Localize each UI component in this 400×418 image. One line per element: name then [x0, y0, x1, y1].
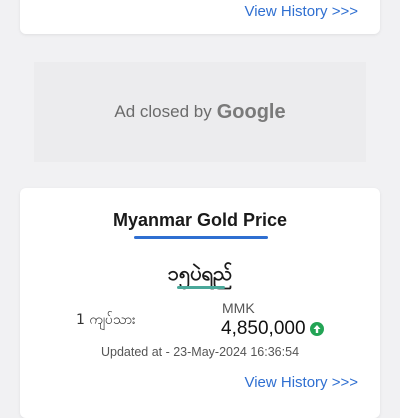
- card-title: Myanmar Gold Price: [112, 210, 288, 230]
- ad-placeholder: Ad closed by Google: [34, 62, 366, 162]
- updated-timestamp: Updated at - 23-May-2024 16:36:54: [100, 345, 300, 359]
- currency-label: MMK: [222, 300, 255, 316]
- gold-price-card: Myanmar Gold Price ၁၅ပဲရည် 1 ကျပ်သား MMK…: [20, 188, 380, 418]
- view-history-link-top[interactable]: View History >>>: [244, 3, 358, 20]
- arrow-up-icon: [309, 322, 324, 336]
- previous-price-card: View History >>>: [20, 0, 380, 34]
- view-history-link[interactable]: View History >>>: [244, 374, 358, 391]
- price-value-row: 4,850,000: [221, 318, 324, 340]
- google-logo: Google: [216, 100, 286, 123]
- weight-label: 1 ကျပ်သား: [76, 312, 136, 328]
- unit-underline: [177, 286, 225, 289]
- title-underline: [134, 236, 268, 239]
- ad-closed-text: Ad closed by: [114, 102, 212, 121]
- price-value: 4,850,000: [221, 318, 306, 339]
